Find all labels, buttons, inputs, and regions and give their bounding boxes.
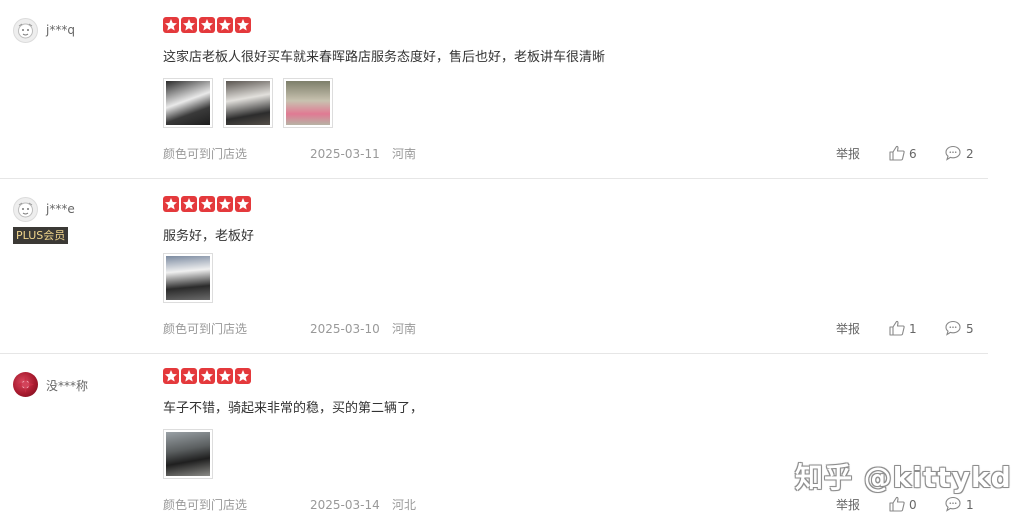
star-icon xyxy=(181,196,197,212)
thumb-up-icon[interactable] xyxy=(888,319,906,340)
star-icon xyxy=(181,368,197,384)
thumb-up-icon[interactable] xyxy=(888,144,906,165)
rating-stars xyxy=(163,368,251,384)
like-count: 6 xyxy=(909,147,917,161)
star-icon xyxy=(181,17,197,33)
comment-count: 1 xyxy=(966,498,974,512)
review-location: 河南 xyxy=(392,147,417,161)
plus-member-badge: PLUS会员 xyxy=(13,227,69,244)
color-option: 颜色可到门店选 xyxy=(163,498,248,512)
star-icon xyxy=(199,17,215,33)
review-date: 2025-03-14 xyxy=(310,498,380,512)
review-date: 2025-03-11 xyxy=(310,147,380,161)
review-image-thumb[interactable] xyxy=(283,78,333,128)
comment-icon[interactable] xyxy=(944,319,962,340)
avatar[interactable] xyxy=(13,372,38,397)
avatar[interactable] xyxy=(13,18,38,43)
like-count: 0 xyxy=(909,498,917,512)
star-icon xyxy=(163,368,179,384)
username: 没***称 xyxy=(46,379,89,393)
review-image-thumb[interactable] xyxy=(163,78,213,128)
star-icon xyxy=(199,368,215,384)
review-images xyxy=(163,429,213,479)
star-icon xyxy=(163,17,179,33)
star-icon xyxy=(199,196,215,212)
star-icon xyxy=(235,17,251,33)
review-location: 河北 xyxy=(392,498,417,512)
review-image-thumb[interactable] xyxy=(163,253,213,303)
rating-stars xyxy=(163,17,251,33)
comment-icon[interactable] xyxy=(944,495,962,516)
comment-icon[interactable] xyxy=(944,144,962,165)
thumb-up-icon[interactable] xyxy=(888,495,906,516)
review-actions: 举报 6 2 xyxy=(836,144,986,164)
color-option: 颜色可到门店选 xyxy=(163,322,248,336)
review-item: 没***称 车子不错，骑起来非常的稳，买的第二辆了， 颜色可到门店选 2025-… xyxy=(0,354,988,524)
flower-avatar-icon xyxy=(17,376,34,393)
username: j***q xyxy=(46,23,75,37)
report-link[interactable]: 举报 xyxy=(836,321,860,337)
review-actions: 举报 0 1 xyxy=(836,495,986,515)
star-icon xyxy=(217,196,233,212)
review-location: 河南 xyxy=(392,322,417,336)
review-images xyxy=(163,78,333,128)
review-text: 这家店老板人很好买车就来春晖路店服务态度好，售后也好，老板讲车很清晰 xyxy=(163,50,606,65)
star-icon xyxy=(235,196,251,212)
review-item: j***q 这家店老板人很好买车就来春晖路店服务态度好，售后也好，老板讲车很清晰… xyxy=(0,0,988,179)
username: j***e xyxy=(46,202,75,216)
watermark: 知乎 @kittykd xyxy=(795,461,1012,494)
comment-count: 2 xyxy=(966,147,974,161)
review-image-thumb[interactable] xyxy=(163,429,213,479)
default-avatar-icon xyxy=(18,202,33,218)
report-link[interactable]: 举报 xyxy=(836,497,860,513)
star-icon xyxy=(217,17,233,33)
review-date: 2025-03-10 xyxy=(310,322,380,336)
review-image-thumb[interactable] xyxy=(223,78,273,128)
star-icon xyxy=(235,368,251,384)
rating-stars xyxy=(163,196,251,212)
review-images xyxy=(163,253,213,303)
review-item: j***e PLUS会员 服务好，老板好 颜色可到门店选 2025-03-10 … xyxy=(0,179,988,354)
color-option: 颜色可到门店选 xyxy=(163,147,248,161)
avatar[interactable] xyxy=(13,197,38,222)
review-text: 车子不错，骑起来非常的稳，买的第二辆了， xyxy=(163,401,424,416)
report-link[interactable]: 举报 xyxy=(836,146,860,162)
review-text: 服务好，老板好 xyxy=(163,229,255,244)
default-avatar-icon xyxy=(18,23,33,39)
star-icon xyxy=(163,196,179,212)
comment-count: 5 xyxy=(966,322,974,336)
review-actions: 举报 1 5 xyxy=(836,319,986,339)
star-icon xyxy=(217,368,233,384)
like-count: 1 xyxy=(909,322,917,336)
